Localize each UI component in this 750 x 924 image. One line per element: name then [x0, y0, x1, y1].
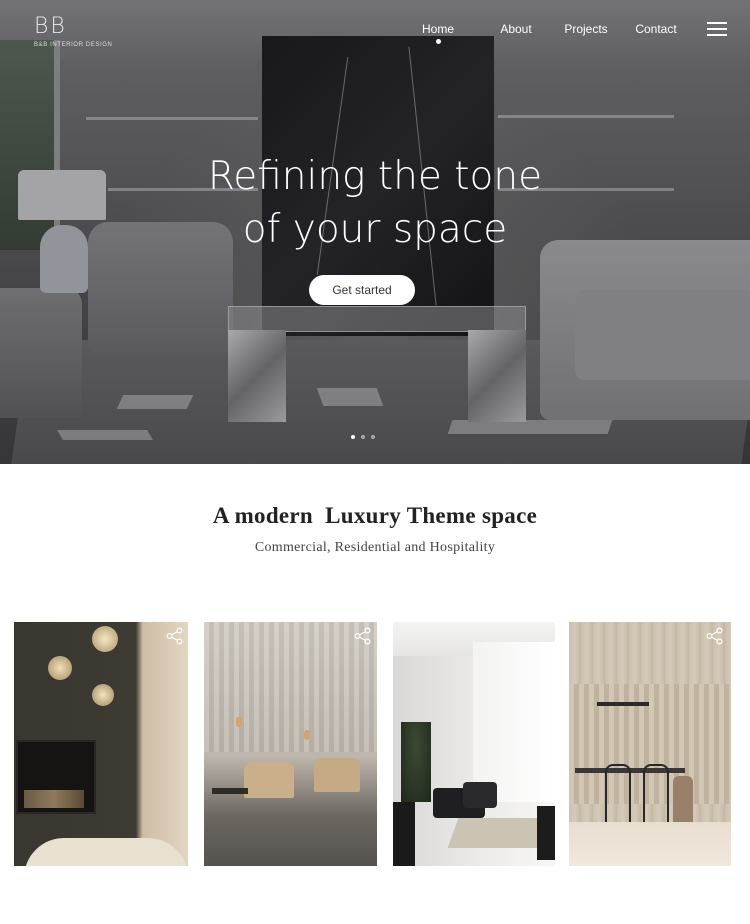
hero-title-line: of your space — [242, 207, 508, 252]
nav-about-link[interactable]: About — [496, 22, 536, 36]
nav-projects-link[interactable]: Projects — [562, 22, 610, 36]
share-icon[interactable] — [354, 627, 372, 645]
floor — [569, 822, 731, 866]
nav-active-indicator — [436, 39, 441, 44]
share-icon[interactable] — [166, 627, 184, 645]
share-icon[interactable] — [706, 627, 724, 645]
coffee-table — [212, 788, 248, 794]
sofa — [393, 802, 415, 866]
gallery-card-dining[interactable] — [569, 622, 731, 866]
slider-dot[interactable] — [371, 435, 375, 439]
chair — [537, 806, 555, 860]
side-table — [24, 838, 188, 866]
lounge-chair — [244, 762, 294, 798]
hero-title-line: Refining the tone — [207, 154, 543, 199]
gallery-card-living-room[interactable] — [393, 622, 555, 866]
nav-home-link[interactable]: Home — [418, 22, 458, 36]
armchair — [463, 782, 497, 808]
main-nav: Home About Projects Contact — [0, 22, 750, 46]
pendant-light — [92, 626, 118, 652]
window — [473, 642, 555, 802]
hero-title: Refining the tone of your space — [0, 150, 750, 256]
dining-chair — [673, 776, 693, 824]
slider-dots — [351, 435, 381, 441]
lounge-chair — [314, 758, 360, 792]
pendant-light — [236, 717, 242, 727]
pendant-light — [92, 684, 114, 706]
section-subtitle: Commercial, Residential and Hospitality — [254, 540, 496, 555]
curtains — [204, 622, 377, 752]
hamburger-menu-icon[interactable] — [707, 22, 727, 36]
gallery-card-lounge[interactable] — [204, 622, 377, 866]
pendant-fixture — [597, 702, 649, 706]
get-started-button[interactable]: Get started — [309, 275, 415, 305]
slider-dot-active[interactable] — [351, 435, 355, 439]
pendant-light — [304, 730, 310, 740]
rug — [447, 818, 549, 848]
gallery-card-fireplace[interactable] — [14, 622, 188, 866]
hero-banner: BB B&B INTERIOR DESIGN Home About Projec… — [0, 0, 750, 464]
slider-dot[interactable] — [361, 435, 365, 439]
firewood — [24, 790, 84, 808]
dining-chair — [605, 764, 631, 824]
pendant-light — [48, 656, 72, 680]
plant — [401, 722, 431, 802]
section-title: A modern Luxury Theme space — [212, 503, 538, 528]
dining-chair — [643, 764, 669, 824]
nav-contact-link[interactable]: Contact — [633, 22, 679, 36]
